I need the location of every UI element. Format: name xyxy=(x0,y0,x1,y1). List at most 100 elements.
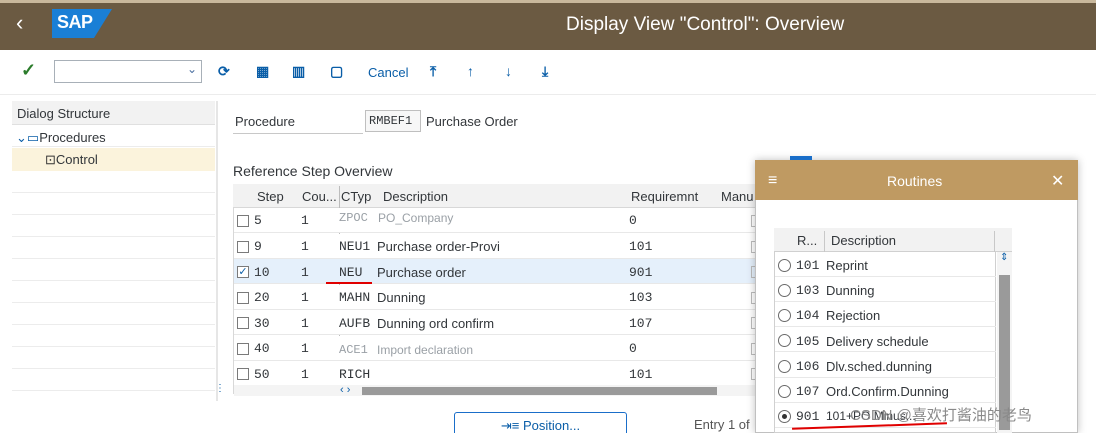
back-button[interactable]: ‹ xyxy=(16,11,23,35)
requirement-cell: 101 xyxy=(629,239,653,254)
description-cell: Dunning xyxy=(377,290,426,305)
column-divider xyxy=(994,231,995,252)
requirement-cell: 0 xyxy=(629,341,637,356)
page-title: Display View "Control": Overview xyxy=(566,14,845,35)
routine-description: Reprint xyxy=(826,258,868,273)
row-checkbox[interactable] xyxy=(237,317,249,329)
col-ctyp-header[interactable]: CTyp xyxy=(341,189,371,204)
requirement-cell: 901 xyxy=(629,265,653,280)
routine-radio[interactable] xyxy=(778,360,791,373)
row-checkbox[interactable] xyxy=(237,241,249,253)
select-all-icon[interactable]: ▦ xyxy=(256,63,269,80)
table-row[interactable] xyxy=(234,336,762,361)
routine-description: Dlv.sched.dunning xyxy=(826,359,932,374)
routine-description: Ord.Confirm.Dunning xyxy=(826,384,949,399)
tree-row xyxy=(12,347,215,369)
counter-cell: 1 xyxy=(301,367,309,382)
chevron-down-icon[interactable]: ⌄ xyxy=(187,62,197,76)
routine-radio[interactable] xyxy=(778,385,791,398)
tree-item-label: Procedures xyxy=(39,130,106,145)
scrollbar-thumb[interactable] xyxy=(362,387,717,395)
col-description-header[interactable]: Description xyxy=(831,233,896,248)
last-page-icon[interactable]: ⤓ xyxy=(542,63,548,80)
row-checkbox-checked[interactable]: ✓ xyxy=(237,266,249,278)
splitter[interactable] xyxy=(216,101,218,401)
table-row[interactable] xyxy=(234,361,762,386)
deselect-all-icon[interactable]: ▢ xyxy=(330,63,343,80)
procedure-field[interactable]: RMBEF1 xyxy=(365,110,421,132)
col-step-header[interactable]: Step xyxy=(257,189,284,204)
row-checkbox[interactable] xyxy=(237,368,249,380)
table-row[interactable] xyxy=(234,208,762,233)
ctyp-cell: AUFB xyxy=(339,316,371,331)
step-cell: 10 xyxy=(254,265,270,280)
tree-row xyxy=(12,303,215,325)
dialog-tab-indicator xyxy=(790,156,812,160)
description-cell: Import declaration xyxy=(377,343,474,357)
column-divider xyxy=(824,231,825,252)
routine-radio[interactable] xyxy=(778,284,791,297)
routine-description: Rejection xyxy=(826,308,881,323)
routine-radio[interactable] xyxy=(778,334,791,347)
tree-row xyxy=(12,325,215,347)
step-cell: 20 xyxy=(254,290,270,305)
table-row[interactable] xyxy=(234,310,762,335)
description-cell: Purchase order xyxy=(377,265,466,280)
next-page-icon[interactable]: ↓ xyxy=(505,63,512,79)
procedure-description: Purchase Order xyxy=(426,114,518,129)
position-button[interactable]: ⇥≡ Position... xyxy=(454,412,627,433)
counter-cell: 1 xyxy=(301,239,309,254)
routine-radio-selected[interactable] xyxy=(778,410,791,423)
tree-row xyxy=(12,193,215,215)
select-block-icon[interactable]: ▥ xyxy=(292,63,305,80)
cancel-button[interactable]: Cancel xyxy=(368,65,408,80)
step-cell: 30 xyxy=(254,316,270,331)
procedure-label: Procedure xyxy=(235,114,295,129)
folder-open-icon: ⊡ xyxy=(45,152,56,167)
table-row-selected[interactable] xyxy=(234,259,762,284)
routine-code: 901 xyxy=(796,409,820,424)
row-checkbox[interactable] xyxy=(237,292,249,304)
routine-description: Dunning xyxy=(826,283,875,298)
col-counter-header[interactable]: Cou... xyxy=(302,189,337,204)
step-cell: 9 xyxy=(254,239,262,254)
table-row[interactable] xyxy=(234,285,762,310)
col-routine-header[interactable]: R... xyxy=(797,233,817,248)
scroll-arrows-icon[interactable]: ‹ › xyxy=(340,384,350,396)
display-change-icon[interactable]: ⟳ xyxy=(218,63,230,80)
splitter-grip-icon[interactable]: ⋮ xyxy=(215,383,225,394)
previous-page-icon[interactable]: ↑ xyxy=(467,63,474,79)
step-cell: 50 xyxy=(254,367,270,382)
tree-item-control[interactable]: ⊡Control xyxy=(45,152,98,168)
step-cell: 5 xyxy=(254,213,262,228)
ctyp-cell: MAHN xyxy=(339,290,371,305)
menu-icon[interactable]: ≡ xyxy=(768,172,777,190)
row-checkbox[interactable] xyxy=(237,343,249,355)
counter-cell: 1 xyxy=(301,290,309,305)
step-cell: 40 xyxy=(254,341,270,356)
requirement-cell: 103 xyxy=(629,290,653,305)
expand-icon[interactable]: ⌄ xyxy=(16,130,27,145)
tree-row xyxy=(12,215,215,237)
tree-item-label: Control xyxy=(55,152,98,167)
description-cell: Dunning ord confirm xyxy=(377,316,495,331)
first-page-icon[interactable]: ⤒ xyxy=(430,63,436,80)
routine-radio[interactable] xyxy=(778,309,791,322)
col-requirement-header[interactable]: Requiremnt xyxy=(631,189,698,204)
tree-item-procedures[interactable]: ⌄▭Procedures xyxy=(16,130,106,146)
folder-icon: ▭ xyxy=(26,130,40,145)
row-checkbox[interactable] xyxy=(237,215,249,227)
close-icon[interactable]: ✕ xyxy=(1051,171,1064,191)
routine-code: 106 xyxy=(796,359,820,374)
title-bar xyxy=(0,3,1096,50)
scroll-up-down-icon[interactable]: ⇕ xyxy=(1000,252,1008,263)
col-description-header[interactable]: Description xyxy=(383,189,448,204)
col-manual-header[interactable]: Manu xyxy=(721,189,754,204)
counter-cell: 1 xyxy=(301,265,309,280)
command-field[interactable]: ⌄ xyxy=(54,60,202,83)
entry-counter: Entry 1 of xyxy=(694,417,750,432)
routine-radio[interactable] xyxy=(778,259,791,272)
dialog-title: Routines xyxy=(887,173,943,189)
description-cell: PO_Company xyxy=(378,211,454,225)
confirm-button[interactable]: ✓ xyxy=(21,60,36,81)
